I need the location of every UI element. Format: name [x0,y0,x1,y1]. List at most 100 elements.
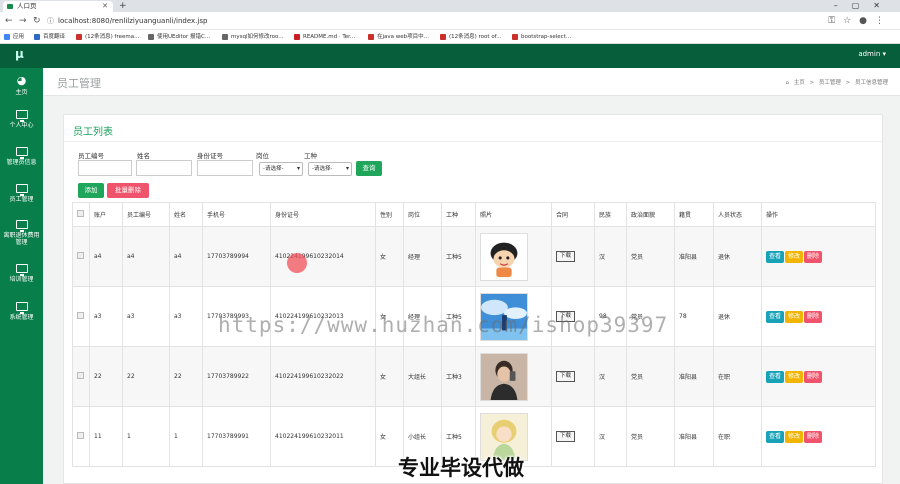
bookmark-item[interactable]: mysql如何修改roo... [222,32,284,42]
user-menu[interactable]: admin ▾ [858,50,886,58]
edit-button[interactable]: 修改 [785,430,804,443]
divider [64,141,884,142]
delete-button[interactable]: 删除 [804,370,823,383]
address-bar[interactable]: ⓘ localhost:8080/renlilziyuanguanli/inde… [44,15,844,27]
bookmark-favicon-icon [34,34,40,40]
bookmark-favicon-icon [76,34,82,40]
forward-icon[interactable]: → [19,15,27,27]
sidebar-item-home[interactable]: ◕ 主页 [0,74,43,96]
app-top-bar: μ admin ▾ [0,44,900,68]
view-button[interactable]: 查看 [766,370,785,383]
table-header-row: 账户 员工编号 姓名 手机号 身份证号 性别 岗位 工种 照片 合同 民族 政治… [72,202,876,227]
bookmark-favicon-icon [148,34,154,40]
delete-button[interactable]: 删除 [804,310,823,323]
batch-delete-button[interactable]: 批量删除 [107,183,149,198]
monitor-icon [15,110,28,122]
edit-button[interactable]: 修改 [785,370,804,383]
new-tab-icon[interactable]: + [119,0,127,12]
sidebar-item-profile[interactable]: 个人中心 [0,110,43,129]
portrait-photo [480,352,528,401]
row-checkbox[interactable] [72,226,90,287]
bookmark-item[interactable]: 应用 [4,32,24,42]
download-contract-button[interactable]: 下载 [556,431,576,442]
type-select[interactable]: -请选择- ▾ [308,162,352,176]
name-input[interactable] [136,160,192,176]
bookmark-item[interactable]: (12条消息) root of... [440,32,501,42]
monitor-icon [15,147,28,159]
promo-banner-text: 专业毕设代做 [398,456,524,480]
download-contract-button[interactable]: 下载 [556,251,576,262]
bookmark-favicon-icon [512,34,518,40]
edit-button[interactable]: 修改 [785,250,804,263]
browser-tab[interactable]: 人口页 ✕ [3,1,113,12]
bookmark-item[interactable]: 使用UEditor 报错C... [148,32,210,42]
edit-button[interactable]: 修改 [785,310,804,323]
sidebar-item-admin[interactable]: 管理员信息 [0,147,43,166]
sidebar: ◕ 主页 个人中心 管理员信息 员工管理 离职退休费用管理 培训管理 系统管理 [0,68,43,484]
id-card-input[interactable] [197,160,253,176]
close-tab-icon[interactable]: ✕ [102,1,108,12]
browser-actions[interactable]: ⚿☆●⋮ [828,15,892,27]
type-label: 工种 [304,152,317,160]
bookmark-item[interactable]: 百度翻译 [34,32,65,42]
sidebar-item-resign-costs[interactable]: 离职退休费用管理 [0,220,43,246]
bookmark-item[interactable]: bootstrap-select... [512,32,571,42]
bookmark-item[interactable]: (12条消息) freema... [76,32,139,42]
card-title: 员工列表 [73,127,113,138]
main-content: 员工管理 ⌂ 主页 > 员工管理 > 员工信息管理 员工列表 员工编号 姓名 身… [43,68,900,484]
row-actions: 查看 修改 删除 [761,346,876,407]
url-text: localhost:8080/renlilziyuanguanli/index.… [58,17,208,25]
monitor-icon [15,302,28,314]
cartoon-avatar-photo [480,232,528,281]
post-select[interactable]: -请选择- ▾ [259,162,303,176]
monitor-icon [15,220,28,232]
bookmark-favicon-icon [222,34,228,40]
add-button[interactable]: 添加 [78,183,104,198]
monitor-icon [15,264,28,276]
app-logo: μ [15,47,24,61]
chevron-down-icon: ▾ [296,165,300,172]
delete-button[interactable]: 删除 [804,250,823,263]
download-contract-button[interactable]: 下载 [556,371,576,382]
post-label: 岗位 [256,152,269,160]
bookmark-favicon-icon [294,34,300,40]
browser-tab-bar: 人口页 ✕ + –▢✕ [0,0,900,12]
reload-icon[interactable]: ↻ [33,15,41,27]
row-checkbox[interactable] [72,406,90,467]
select-all-checkbox[interactable] [72,202,90,227]
sidebar-item-training[interactable]: 培训管理 [0,264,43,283]
sidebar-item-system[interactable]: 系统管理 [0,302,43,321]
row-checkbox[interactable] [72,286,90,347]
breadcrumb-current: 员工信息管理 [854,80,888,86]
sidebar-item-employees[interactable]: 员工管理 [0,184,43,203]
view-button[interactable]: 查看 [766,430,785,443]
site-info-icon[interactable]: ⓘ [47,15,54,27]
mouse-cursor-highlight [287,253,307,273]
back-icon[interactable]: ← [5,15,13,27]
tab-title: 人口页 [17,2,37,10]
emp-no-input[interactable] [78,160,132,176]
bookmark-item[interactable]: README.md · Ter... [294,32,355,42]
search-button[interactable]: 查询 [356,161,382,176]
bookmark-favicon-icon [440,34,446,40]
dashboard-icon: ◕ [16,74,27,87]
delete-button[interactable]: 删除 [804,430,823,443]
bookmarks-bar: 应用 百度翻译 (12条消息) freema... 使用UEditor 报错C.… [0,30,900,44]
row-actions: 查看 修改 删除 [761,406,876,467]
employee-photo [475,346,552,407]
page-title: 员工管理 [57,77,101,90]
employee-list-card: 员工列表 员工编号 姓名 身份证号 岗位 -请选择- ▾ 工种 -请选择- ▾ 查询… [63,114,884,484]
browser-nav-bar: ← → ↻ ⓘ localhost:8080/renlilziyuanguanl… [0,12,900,30]
view-button[interactable]: 查看 [766,310,785,323]
breadcrumb-home[interactable]: 主页 [794,80,805,86]
table-row: a4 a4 a4 17703789994 410224199610232014 … [72,226,876,287]
bookmark-item[interactable]: 在java web项目中... [368,32,429,42]
table-row: 22 22 22 17703789922 410224199610232022 … [72,346,876,407]
name-label: 姓名 [137,152,150,160]
id-card-label: 身份证号 [197,152,223,160]
page-header: 员工管理 ⌂ 主页 > 员工管理 > 员工信息管理 [43,68,900,96]
row-checkbox[interactable] [72,346,90,407]
breadcrumb-employees[interactable]: 员工管理 [819,80,841,86]
window-controls[interactable]: –▢✕ [834,0,894,11]
view-button[interactable]: 查看 [766,250,785,263]
